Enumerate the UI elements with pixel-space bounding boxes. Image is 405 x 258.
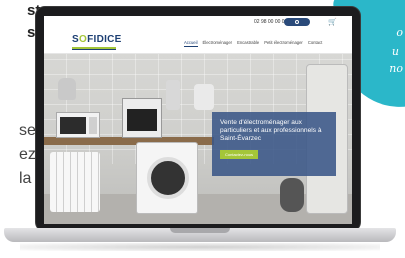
grinder-image xyxy=(194,84,214,110)
laptop-notch xyxy=(170,228,230,233)
cart-icon[interactable]: 🛒 xyxy=(328,18,337,26)
nav-item-petit-electromenager[interactable]: Petit électroménager xyxy=(264,40,303,47)
laptop-shadow xyxy=(20,243,380,251)
page-body-fragment: ez xyxy=(19,146,36,163)
teal-card-text: no xyxy=(389,62,403,75)
mixer-image xyxy=(166,80,180,110)
nav-item-electromenager[interactable]: Électroménager xyxy=(203,40,233,47)
contact-button[interactable]: Contactez-nous xyxy=(220,150,259,159)
page-body-fragment: se xyxy=(19,122,36,139)
utility-bar: 02 98 00 00 00 🛒 xyxy=(44,16,352,30)
microwave-image xyxy=(56,112,100,138)
washing-machine-image xyxy=(136,142,198,214)
nav-item-encastrable[interactable]: Encastrable xyxy=(237,40,259,47)
phone-number[interactable]: 02 98 00 00 00 xyxy=(254,19,287,25)
hero-banner: Vente d'électroménager aux particuliers … xyxy=(44,54,352,224)
site-logo[interactable]: SOFIDICE xyxy=(72,34,122,45)
page-body-fragment: la xyxy=(19,170,32,187)
vacuum-image xyxy=(280,178,304,212)
nav-item-contact[interactable]: Contact xyxy=(308,40,322,47)
kettle-image xyxy=(58,78,76,100)
search-icon xyxy=(295,20,299,24)
teal-card-text: o xyxy=(396,26,403,39)
search-button[interactable] xyxy=(284,18,310,26)
oven-image xyxy=(122,98,162,138)
nav-item-accueil[interactable]: Accueil xyxy=(184,40,198,47)
teal-card-text: u xyxy=(391,45,399,58)
nav-menu: Accueil Électroménager Encastrable Petit… xyxy=(184,40,322,47)
radiator-image xyxy=(50,152,100,212)
main-navbar: SOFIDICE Accueil Électroménager Encastra… xyxy=(44,30,352,54)
hero-title: Vente d'électroménager aux particuliers … xyxy=(220,119,322,142)
logo-underline xyxy=(72,49,116,50)
hero-text-box: Vente d'électroménager aux particuliers … xyxy=(212,112,336,176)
laptop-screen: 02 98 00 00 00 🛒 SOFIDICE Accueil Électr… xyxy=(44,16,352,224)
